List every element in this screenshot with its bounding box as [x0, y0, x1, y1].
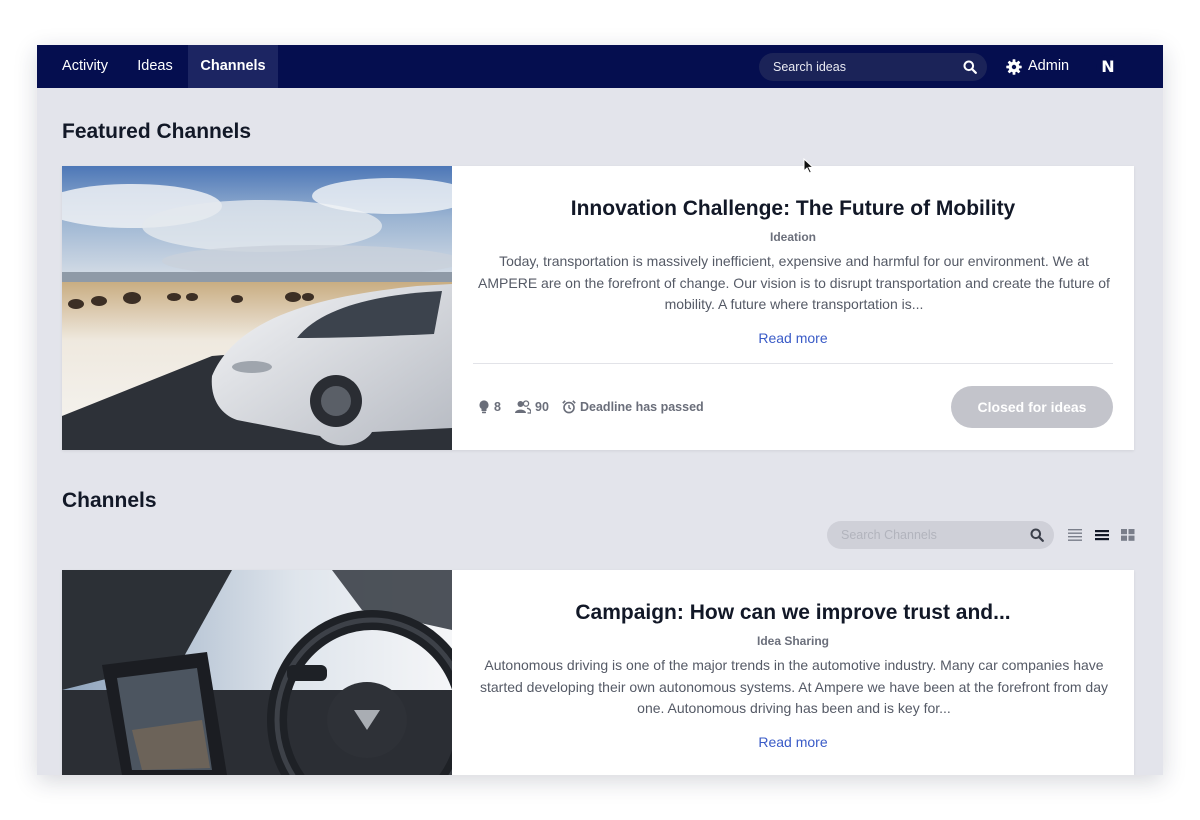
- search-icon[interactable]: [1030, 528, 1044, 542]
- participants-count-value: 90: [535, 400, 549, 414]
- idea-search-box: [759, 53, 987, 81]
- channel-stats: 8 90 Deadline has passed: [478, 397, 778, 417]
- channel-type: Idea Sharing: [756, 634, 830, 648]
- channel-type: Ideation: [769, 230, 816, 244]
- channel-description: Today, transportation is massively ineff…: [478, 253, 1110, 312]
- read-more-link[interactable]: Read more: [472, 330, 1114, 346]
- grid-icon[interactable]: [1121, 529, 1135, 541]
- featured-channel-card[interactable]: Innovation Challenge: The Future of Mobi…: [62, 166, 1134, 450]
- channel-title[interactable]: Innovation Challenge: The Future of Mobi…: [472, 197, 1114, 221]
- channel-search-input[interactable]: [841, 521, 1021, 549]
- channel-image: [62, 570, 452, 775]
- ideas-count: 8: [478, 397, 508, 417]
- idea-search-input[interactable]: [773, 53, 953, 81]
- participants-count: 90: [515, 397, 555, 417]
- list-compact-icon[interactable]: [1068, 529, 1082, 541]
- closed-for-ideas-button[interactable]: Closed for ideas: [951, 386, 1113, 428]
- divider: [473, 363, 1113, 364]
- admin-label: Admin: [1028, 58, 1070, 74]
- nav-tab-ideas[interactable]: Ideas: [125, 45, 185, 88]
- featured-channels-heading: Featured Channels: [62, 120, 252, 143]
- featured-channel-image: [62, 166, 452, 450]
- mouse-cursor-icon: [803, 158, 814, 174]
- deadline-status: Deadline has passed: [562, 397, 742, 417]
- channel-title[interactable]: Campaign: How can we improve trust and..…: [472, 601, 1114, 625]
- users-icon: [515, 400, 531, 414]
- deadline-status-text: Deadline has passed: [580, 400, 704, 414]
- featured-channel-details: Innovation Challenge: The Future of Mobi…: [452, 166, 1134, 450]
- channel-details: Campaign: How can we improve trust and..…: [452, 570, 1134, 775]
- user-avatar[interactable]: N: [1096, 55, 1120, 79]
- nav-tab-channels[interactable]: Channels: [188, 45, 278, 88]
- gear-icon: [1006, 59, 1022, 75]
- channel-search-box: [827, 521, 1054, 549]
- alarm-clock-icon: [562, 400, 576, 414]
- channel-description: Autonomous driving is one of the major t…: [479, 657, 1109, 716]
- lightbulb-icon: [479, 400, 489, 414]
- read-more-link[interactable]: Read more: [472, 734, 1114, 750]
- nav-tab-activity[interactable]: Activity: [49, 45, 121, 88]
- top-navbar: Activity Ideas Channels Admin: [37, 45, 1163, 88]
- search-icon[interactable]: [963, 60, 977, 74]
- channels-heading: Channels: [62, 489, 157, 512]
- channel-card[interactable]: Campaign: How can we improve trust and..…: [62, 570, 1134, 775]
- ideas-count-value: 8: [494, 400, 501, 414]
- list-icon[interactable]: [1095, 529, 1109, 541]
- app-window: Activity Ideas Channels Admin: [37, 45, 1163, 775]
